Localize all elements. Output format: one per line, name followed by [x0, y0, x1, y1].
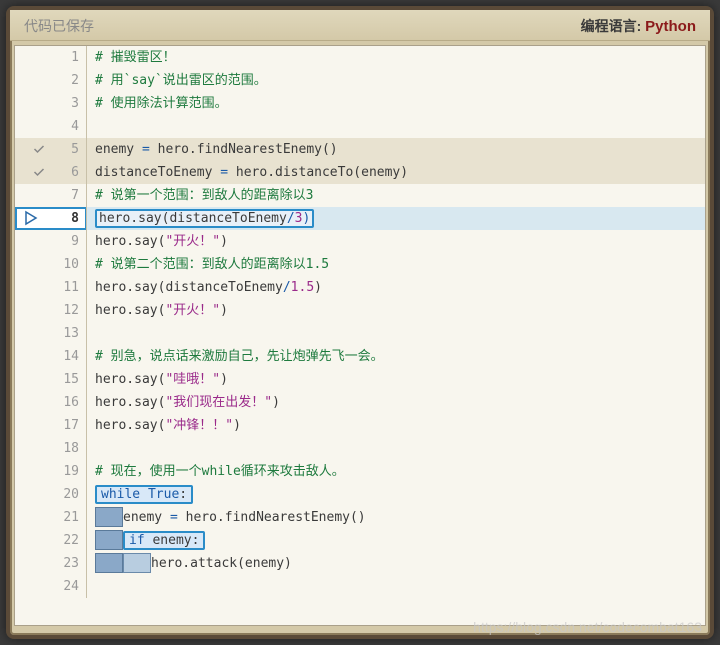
code-line: 22 if enemy: — [15, 529, 705, 552]
code-line: 13 — [15, 322, 705, 345]
code-line: 9 hero.say("开火！") — [15, 230, 705, 253]
line-number: 4 — [51, 115, 87, 138]
line-number: 6 — [51, 161, 87, 184]
line-number: 16 — [51, 391, 87, 414]
editor-frame: 代码已保存 编程语言: Python 1 # 摧毁雷区！ 2 # 用`say`说… — [6, 6, 714, 639]
code-line: 20 while True: — [15, 483, 705, 506]
line-number: 17 — [51, 414, 87, 437]
line-number: 13 — [51, 322, 87, 345]
language-indicator: 编程语言: Python — [581, 16, 696, 36]
indent-marker — [95, 530, 123, 550]
code-line: 14 # 别急，说点话来激励自己，先让炮弹先飞一会。 — [15, 345, 705, 368]
indent-marker — [95, 507, 123, 527]
code-line: 17 hero.say("冲锋！！") — [15, 414, 705, 437]
line-number: 12 — [51, 299, 87, 322]
indent-marker — [123, 553, 151, 573]
checkmark-icon — [33, 138, 47, 161]
line-number: 23 — [51, 552, 87, 575]
line-number: 15 — [51, 368, 87, 391]
code-line: 11 hero.say(distanceToEnemy/1.5) — [15, 276, 705, 299]
lang-label: 编程语言: — [581, 18, 646, 34]
code-line: 12 hero.say("开火！") — [15, 299, 705, 322]
line-number: 1 — [51, 46, 87, 69]
indent-marker — [95, 553, 123, 573]
code-editor[interactable]: 1 # 摧毁雷区！ 2 # 用`say`说出雷区的范围。 3 # 使用除法计算范… — [14, 45, 706, 626]
line-number: 2 — [51, 69, 87, 92]
line-number: 9 — [51, 230, 87, 253]
save-status: 代码已保存 — [24, 16, 94, 36]
line-number: 3 — [51, 92, 87, 115]
line-number: 10 — [51, 253, 87, 276]
line-number: 18 — [51, 437, 87, 460]
line-number: 22 — [51, 529, 87, 552]
code-line: 23 hero.attack(enemy) — [15, 552, 705, 575]
line-number: 20 — [51, 483, 87, 506]
code-line: 2 # 用`say`说出雷区的范围。 — [15, 69, 705, 92]
line-number: 19 — [51, 460, 87, 483]
code-line: 18 — [15, 437, 705, 460]
code-line: 16 hero.say("我们现在出发！") — [15, 391, 705, 414]
code-line: 1 # 摧毁雷区！ — [15, 46, 705, 69]
code-line: 7 # 说第一个范围：到敌人的距离除以3 — [15, 184, 705, 207]
code-line: 15 hero.say("哇哦！") — [15, 368, 705, 391]
line-number: 24 — [51, 575, 87, 598]
code-line: 4 — [15, 115, 705, 138]
watermark: https://blog.csdn.net/codecombat163 — [473, 619, 702, 635]
code-line: 5 enemy = hero.findNearestEnemy() — [15, 138, 705, 161]
code-line: 19 # 现在，使用一个while循环来攻击敌人。 — [15, 460, 705, 483]
code-line: 21 enemy = hero.findNearestEnemy() — [15, 506, 705, 529]
lang-value: Python — [645, 18, 696, 35]
editor-header: 代码已保存 编程语言: Python — [10, 10, 710, 41]
code-line: 10 # 说第二个范围：到敌人的距离除以1.5 — [15, 253, 705, 276]
code-line-active: 8 hero.say(distanceToEnemy/3) — [15, 207, 705, 230]
checkmark-icon — [33, 161, 47, 184]
line-number: 21 — [51, 506, 87, 529]
code-line: 3 # 使用除法计算范围。 — [15, 92, 705, 115]
line-number: 5 — [51, 138, 87, 161]
line-number: 8 — [51, 207, 87, 230]
code-line: 6 distanceToEnemy = hero.distanceTo(enem… — [15, 161, 705, 184]
line-number: 11 — [51, 276, 87, 299]
code-line: 24 — [15, 575, 705, 598]
line-number: 7 — [51, 184, 87, 207]
line-number: 14 — [51, 345, 87, 368]
